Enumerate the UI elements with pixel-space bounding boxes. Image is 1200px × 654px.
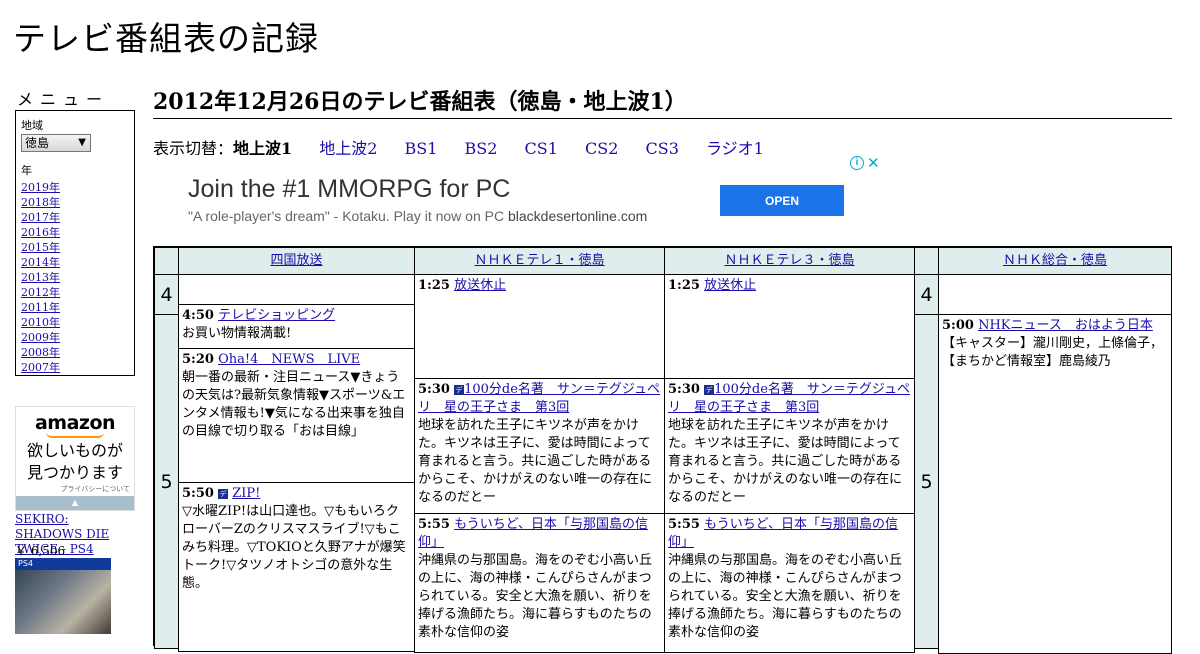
program-desc: 地球を訪れた王子にキツネが声をかけた。キツネは王子に、愛は時間によって育まれると… — [418, 418, 653, 505]
data-broadcast-icon: デ — [218, 489, 229, 499]
hour-label: 4 — [154, 274, 179, 315]
region-label: 地域 — [21, 119, 43, 132]
schedule-grid: 四国放送 ＮＨＫＥテレ１・徳島 ＮＨＫＥテレ３・徳島 ＮＨＫ総合・徳島 4 5 … — [153, 246, 1172, 654]
amazon-logo: amazon — [34, 412, 116, 434]
amazon-ad-message-2: 見つかります — [26, 463, 123, 482]
program-cell: 5:30 デ 100分de名著 サン＝テグジュペリ 星の王子さま 第3回 地球を訪… — [414, 378, 665, 514]
program-time: 5:30 — [418, 382, 450, 397]
program-time: 4:50 — [182, 308, 214, 323]
data-broadcast-icon: デ — [704, 385, 715, 395]
site-title: テレビ番組表の記録 — [13, 19, 319, 58]
channel-header: ＮＨＫ総合・徳島 — [938, 247, 1172, 275]
amazon-ad[interactable]: amazon 欲しいものが 見つかります プライバシーについて ▲ — [15, 406, 135, 511]
year-link-2011[interactable]: 2011年 — [21, 301, 60, 314]
hour-label: 4 — [914, 274, 939, 315]
region-select-value: 徳島 — [25, 136, 50, 150]
banner-ad-domain: blackdesertonline.com — [507, 208, 648, 224]
program-cell: 5:50 デ ZIP! ▽水曜ZIP!は山口達也。▽ももいろクローバーZのクリス… — [178, 482, 415, 652]
program-desc: ▽水曜ZIP!は山口達也。▽ももいろクローバーZのクリスマスライブ!▽もこみち料… — [182, 504, 406, 591]
program-time: 5:55 — [668, 517, 700, 532]
amazon-ad-message-1: 欲しいものが — [26, 441, 123, 460]
year-link-2008[interactable]: 2008年 — [21, 346, 60, 359]
dropdown-arrow-icon: ▼ — [78, 137, 86, 148]
year-link-2009[interactable]: 2009年 — [21, 331, 60, 344]
program-title-link[interactable]: ZIP! — [232, 486, 260, 501]
program-time: 5:50 — [182, 486, 214, 501]
program-desc: 【キャスター】瀧川剛史，上條倫子，【まちかど情報室】鹿島綾乃 — [942, 336, 1164, 369]
year-link-2012[interactable]: 2012年 — [21, 286, 60, 299]
program-cell: 1:25 放送休止 — [414, 274, 665, 379]
year-link-2014[interactable]: 2014年 — [21, 256, 60, 269]
program-title-link[interactable]: テレビショッピング — [218, 308, 335, 323]
program-cell: 1:25 放送休止 — [664, 274, 915, 379]
platform-badge: PS4 — [15, 558, 111, 570]
year-label: 年 — [21, 164, 32, 177]
corner-cell — [154, 247, 179, 275]
page-title: 2012年12月26日のテレビ番組表（徳島・地上波1） — [153, 84, 1172, 119]
program-desc: 地球を訪れた王子にキツネが声をかけた。キツネは王子に、愛は時間によって育まれると… — [668, 418, 903, 505]
channel-link[interactable]: 四国放送 — [270, 253, 322, 268]
year-link-2018[interactable]: 2018年 — [21, 196, 60, 209]
channel-header: 四国放送 — [178, 247, 415, 275]
banner-open-button[interactable]: OPEN — [720, 185, 844, 216]
program-title-link[interactable]: 放送休止 — [454, 278, 506, 293]
program-title-link[interactable]: 放送休止 — [704, 278, 756, 293]
info-icon[interactable]: i — [850, 156, 864, 170]
program-desc: 沖縄県の与那国島。海をのぞむ小高い丘の上に、海の神様・こんぴらさんがまつられてい… — [668, 553, 903, 640]
year-link-2019[interactable]: 2019年 — [21, 181, 60, 194]
channel-link[interactable]: ＮＨＫＥテレ１・徳島 — [474, 253, 604, 268]
program-desc: お買い物情報満載! — [182, 326, 292, 341]
program-time: 1:25 — [418, 278, 450, 293]
program-time: 5:30 — [668, 382, 700, 397]
program-title-link[interactable]: NHKニュース おはよう日本 — [978, 318, 1153, 333]
product-image[interactable]: PS4 — [15, 558, 111, 634]
program-time: 1:25 — [668, 278, 700, 293]
program-title-link[interactable]: もういちど、日本「与那国島の信仰」 — [418, 517, 648, 550]
data-broadcast-icon: デ — [454, 385, 465, 395]
program-cell: 5:20 Oha!4 NEWS LIVE 朝一番の最新・注目ニュース▼きょうの天… — [178, 348, 415, 483]
channel-header: ＮＨＫＥテレ３・徳島 — [664, 247, 915, 275]
program-cell: 5:55 もういちど、日本「与那国島の信仰」 沖縄県の与那国島。海をのぞむ小高い… — [414, 513, 665, 653]
hour-label: 5 — [914, 314, 939, 649]
program-desc: 沖縄県の与那国島。海をのぞむ小高い丘の上に、海の神様・こんぴらさんがまつられてい… — [418, 553, 653, 640]
menu-box: 地域 徳島 ▼ 年 2019年 2018年 2017年 2016年 2015年 … — [15, 110, 135, 376]
hour-label: 5 — [154, 314, 179, 649]
program-cell: 5:30 デ 100分de名著 サン＝テグジュペリ 星の王子さま 第3回 地球を訪… — [664, 378, 915, 514]
banner-ad-subline: "A role-player's dream" - Kotaku. Play i… — [188, 208, 647, 224]
empty-slot — [178, 274, 415, 305]
year-link-2013[interactable]: 2013年 — [21, 271, 60, 284]
menu-heading: メニュー — [17, 90, 110, 109]
program-title-link[interactable]: もういちど、日本「与那国島の信仰」 — [668, 517, 898, 550]
chevron-up-icon[interactable]: ▲ — [16, 496, 134, 510]
corner-cell — [914, 247, 939, 275]
year-link-2017[interactable]: 2017年 — [21, 211, 60, 224]
banner-ad[interactable]: Join the #1 MMORPG for PC "A role-player… — [153, 155, 881, 245]
amazon-privacy-link[interactable]: プライバシーについて — [16, 484, 134, 494]
year-link-2010[interactable]: 2010年 — [21, 316, 60, 329]
program-title-link[interactable]: Oha!4 NEWS LIVE — [218, 352, 360, 367]
program-time: 5:00 — [942, 318, 974, 333]
region-select[interactable]: 徳島 ▼ — [21, 134, 91, 152]
program-desc: 朝一番の最新・注目ニュース▼きょうの天気は?最新気象情報▼スポーツ&エンタメ情報… — [182, 370, 406, 439]
channel-link[interactable]: ＮＨＫ総合・徳島 — [1003, 253, 1107, 268]
program-cell: 5:00 NHKニュース おはよう日本 【キャスター】瀧川剛史，上條倫子，【まち… — [938, 314, 1172, 654]
program-cell: 5:55 もういちど、日本「与那国島の信仰」 沖縄県の与那国島。海をのぞむ小高い… — [664, 513, 915, 653]
program-time: 5:55 — [418, 517, 450, 532]
year-list: 2019年 2018年 2017年 2016年 2015年 2014年 2013… — [21, 180, 129, 375]
channel-header: ＮＨＫＥテレ１・徳島 — [414, 247, 665, 275]
year-link-2007[interactable]: 2007年 — [21, 361, 60, 374]
channel-link[interactable]: ＮＨＫＥテレ３・徳島 — [724, 253, 854, 268]
empty-slot — [938, 274, 1172, 315]
banner-ad-headline: Join the #1 MMORPG for PC — [188, 175, 511, 203]
product-price: ￥ 6,506 — [15, 544, 66, 558]
year-link-2016[interactable]: 2016年 — [21, 226, 60, 239]
year-link-2015[interactable]: 2015年 — [21, 241, 60, 254]
close-icon[interactable]: ✕ — [867, 154, 880, 172]
program-cell: 4:50 テレビショッピング お買い物情報満載! — [178, 304, 415, 349]
program-time: 5:20 — [182, 352, 214, 367]
banner-ad-quote: "A role-player's dream" - Kotaku. Play i… — [188, 208, 505, 224]
